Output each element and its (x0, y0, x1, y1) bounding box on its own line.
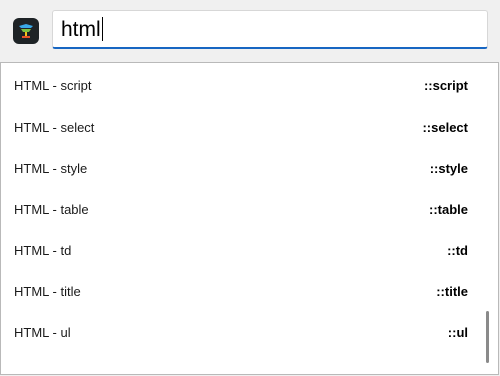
launcher-window: html HTML - script ::script HTML - selec… (0, 0, 500, 376)
list-item[interactable]: HTML - title ::title (1, 271, 498, 312)
list-item-label: HTML - table (14, 202, 89, 217)
search-input[interactable]: html (52, 10, 488, 49)
list-item-label: HTML - title (14, 284, 81, 299)
scrollbar-thumb[interactable] (486, 311, 489, 363)
list-item-label: HTML - style (14, 161, 88, 176)
list-item-label: HTML - td (14, 243, 72, 258)
search-input-value: html (61, 17, 101, 41)
list-item-label: HTML - ul (14, 325, 71, 340)
list-item[interactable]: HTML - style ::style (1, 148, 498, 189)
list-item-label: HTML - select (14, 120, 95, 135)
list-item[interactable]: HTML - script ::script (1, 63, 498, 107)
list-item-label: HTML - script (14, 77, 92, 93)
list-item-shortcut: ::ul (447, 325, 468, 340)
list-item-shortcut: ::script (423, 77, 468, 93)
list-item[interactable]: HTML - table ::table (1, 189, 498, 230)
list-item[interactable]: HTML - ul ::ul (1, 312, 498, 353)
text-caret (101, 17, 103, 41)
list-item-shortcut: ::style (429, 161, 468, 176)
results-list[interactable]: HTML - script ::script HTML - select ::s… (0, 62, 499, 375)
list-item-shortcut: ::title (436, 284, 468, 299)
list-item-shortcut: ::td (447, 243, 468, 258)
app-logo-icon[interactable] (13, 18, 39, 44)
list-item[interactable]: HTML - select ::select (1, 107, 498, 148)
list-item-shortcut: ::table (429, 202, 468, 217)
list-item[interactable]: HTML - td ::td (1, 230, 498, 271)
list-item-shortcut: ::select (422, 120, 468, 135)
